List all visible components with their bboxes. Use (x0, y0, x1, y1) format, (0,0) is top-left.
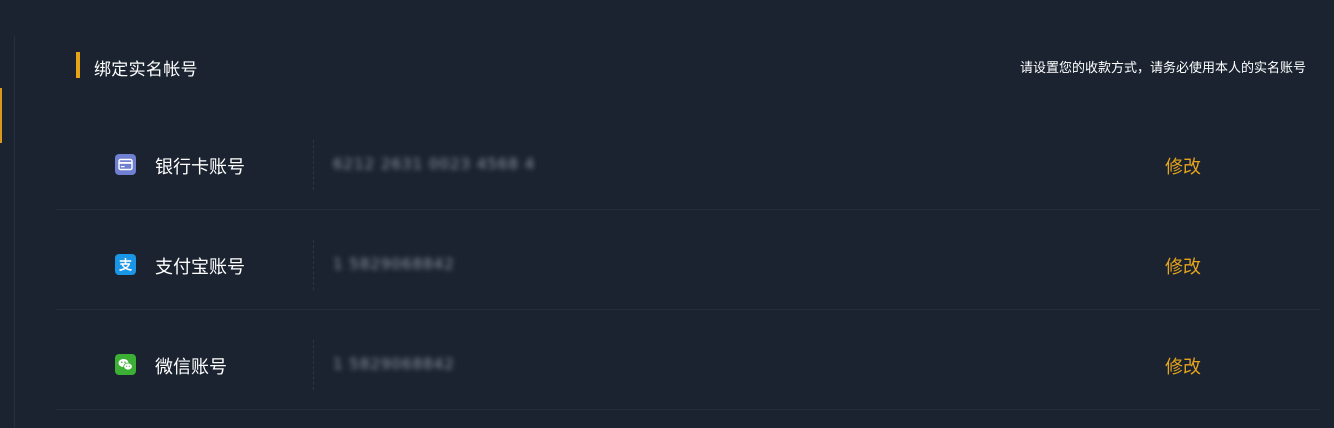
section-header-accent-bar (76, 52, 80, 78)
row-divider (313, 240, 314, 290)
section-header: 绑定实名帐号 请设置您的收款方式，请务必使用本人的实名账号 (76, 52, 1306, 80)
account-list: 银行卡账号 6212 2631 0023 4568 4 修改 支 支付宝账号 1… (56, 110, 1320, 410)
edit-bank-card-button[interactable]: 修改 (1165, 153, 1201, 179)
alipay-icon: 支 (115, 254, 136, 275)
bank-card-icon (115, 154, 136, 175)
account-row-wechat: 微信账号 1 5829068842 修改 (56, 310, 1320, 410)
active-nav-indicator (0, 88, 2, 143)
wechat-icon (115, 354, 136, 375)
row-divider (313, 340, 314, 390)
row-divider (313, 140, 314, 190)
wechat-account: 1 5829068842 (333, 355, 455, 373)
section-title: 绑定实名帐号 (94, 60, 198, 80)
svg-text:支: 支 (118, 258, 133, 274)
account-row-alipay: 支 支付宝账号 1 5829068842 修改 (56, 210, 1320, 310)
bind-account-page: 绑定实名帐号 请设置您的收款方式，请务必使用本人的实名账号 银行卡账号 6212… (0, 0, 1334, 428)
alipay-label: 支付宝账号 (155, 257, 245, 278)
alipay-account: 1 5829068842 (333, 255, 455, 273)
bank-card-number: 6212 2631 0023 4568 4 (333, 155, 536, 173)
left-divider (14, 36, 15, 428)
edit-alipay-button[interactable]: 修改 (1165, 253, 1201, 279)
wechat-label: 微信账号 (155, 357, 227, 378)
edit-wechat-button[interactable]: 修改 (1165, 353, 1201, 379)
bank-card-label: 银行卡账号 (155, 157, 245, 178)
account-row-bank-card: 银行卡账号 6212 2631 0023 4568 4 修改 (56, 110, 1320, 210)
section-hint: 请设置您的收款方式，请务必使用本人的实名账号 (1019, 61, 1306, 76)
